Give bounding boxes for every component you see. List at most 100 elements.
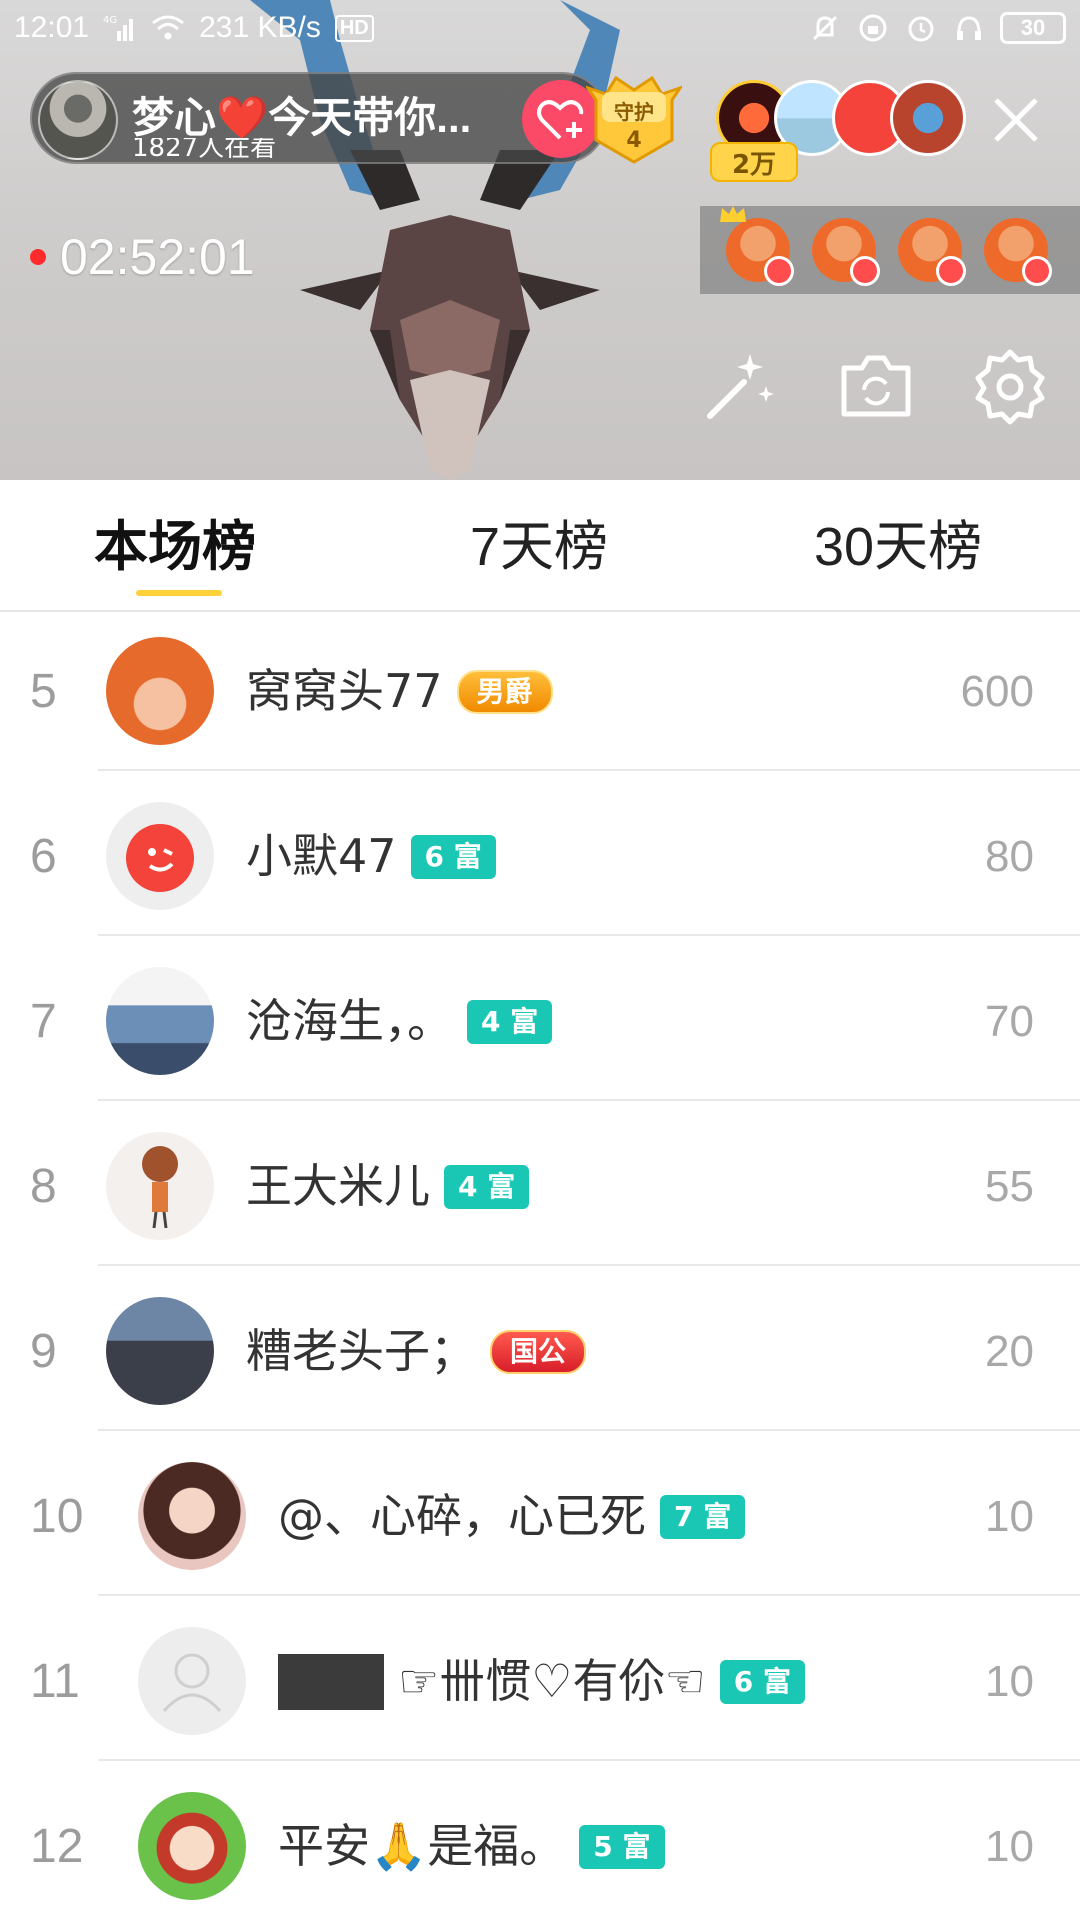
- wifi-icon: [151, 11, 185, 45]
- wealth-badge: 4 富: [467, 999, 553, 1044]
- live-video-area[interactable]: 12:01 4G 231 KB/s HD 30 梦心❤️今天带你... 1827…: [0, 0, 1080, 480]
- divider: [98, 1099, 1080, 1101]
- switch-camera-button[interactable]: [836, 346, 916, 426]
- lock-rotation-icon: [856, 11, 890, 45]
- list-item[interactable]: 5 窝窝头77 男爵 600: [0, 614, 1080, 779]
- seat-avatar[interactable]: [898, 218, 966, 286]
- avatar[interactable]: [138, 1462, 246, 1570]
- divider: [98, 769, 1080, 771]
- list-item[interactable]: 6 小默47 6 富 80: [0, 779, 1080, 944]
- divider: [98, 1264, 1080, 1266]
- gear-icon: [975, 349, 1045, 425]
- list-item[interactable]: 8 王大米儿 4 富 55: [0, 1109, 1080, 1274]
- divider: [98, 1594, 1080, 1596]
- tab-30-days[interactable]: 30天榜: [814, 502, 982, 577]
- seat-avatar[interactable]: [984, 218, 1052, 286]
- user-name-text: 糟老头子；: [246, 1324, 476, 1378]
- host-avatar[interactable]: [38, 80, 118, 160]
- avatar[interactable]: [106, 802, 214, 910]
- live-timer: 02:52:01: [30, 228, 255, 286]
- seat-avatar[interactable]: [812, 218, 880, 286]
- user-name-text: ☞卌惯♡有伱☜: [398, 1654, 706, 1708]
- wealth-badge: 6 富: [410, 834, 496, 879]
- contribution-score: 20: [985, 1327, 1034, 1376]
- user-name: 窝窝头77 男爵: [246, 614, 553, 769]
- rank-number: 11: [30, 1655, 80, 1708]
- host-name: 梦心❤️今天带你...: [132, 94, 472, 141]
- cartoon-girl-icon: [142, 1146, 178, 1229]
- divider: [98, 1429, 1080, 1431]
- user-name: 沧海生，。 4 富: [246, 944, 553, 1099]
- masked-name-block: [278, 1653, 384, 1710]
- tab-7-days[interactable]: 7天榜: [470, 502, 608, 577]
- guard-badge[interactable]: 守护 4: [586, 70, 682, 166]
- rank-number: 10: [30, 1490, 84, 1543]
- list-item[interactable]: 12 平安🙏是福。 5 富 10: [0, 1769, 1080, 1920]
- user-name-text: 小默47: [246, 829, 397, 883]
- ranking-list: 5 窝窝头77 男爵 600 6 小默47 6 富 80 7 沧海生，。 4 富…: [0, 614, 1080, 1920]
- divider: [98, 934, 1080, 936]
- user-name-text: 窝窝头77: [246, 664, 443, 718]
- contribution-score: 70: [985, 997, 1034, 1046]
- avatar[interactable]: [106, 1132, 214, 1240]
- seat-badge-icon: [1022, 256, 1052, 286]
- ranking-tabs: 本场榜 7天榜 30天榜: [0, 480, 1080, 612]
- contribution-score: 600: [960, 667, 1034, 716]
- magic-wand-icon: [707, 354, 774, 419]
- noble-badge: 男爵: [456, 669, 553, 714]
- wealth-badge: 5 富: [579, 1824, 665, 1869]
- rank-number: 5: [30, 665, 57, 718]
- battery-indicator: 30: [1000, 12, 1066, 44]
- user-name: 平安🙏是福。 5 富: [278, 1769, 665, 1920]
- active-tab-indicator: [136, 590, 222, 596]
- viewer-avatar[interactable]: [890, 80, 966, 156]
- avatar[interactable]: [106, 967, 214, 1075]
- seat-badge-icon: [936, 256, 966, 286]
- viewer-count[interactable]: 2万: [710, 142, 798, 182]
- signal-icon: 4G: [103, 11, 137, 45]
- alarm-icon: [904, 11, 938, 45]
- beauty-button[interactable]: [700, 346, 780, 426]
- default-user-icon: [162, 1653, 222, 1712]
- tab-this-session[interactable]: 本场榜: [94, 502, 256, 577]
- avatar[interactable]: [138, 1627, 246, 1735]
- status-time: 12:01: [14, 11, 90, 44]
- host-viewer-text: 1827人在看: [132, 138, 277, 158]
- wealth-badge: 7 富: [660, 1494, 746, 1539]
- wealth-badge: 4 富: [444, 1164, 530, 1209]
- user-name-text: 王大米儿: [246, 1159, 430, 1213]
- list-item[interactable]: 7 沧海生，。 4 富 70: [0, 944, 1080, 1109]
- list-item[interactable]: 9 糟老头子； 国公 20: [0, 1274, 1080, 1439]
- network-speed: 231 KB/s: [199, 11, 321, 44]
- user-name: @、心碎，心已死 7 富: [278, 1439, 746, 1594]
- avatar[interactable]: [138, 1792, 246, 1900]
- seat-avatar[interactable]: [720, 206, 794, 286]
- list-item[interactable]: 11 ☞卌惯♡有伱☜ 6 富 10: [0, 1604, 1080, 1769]
- contribution-score: 10: [985, 1657, 1034, 1706]
- user-name: 王大米儿 4 富: [246, 1109, 530, 1264]
- mute-bell-icon: [808, 11, 842, 45]
- contribution-score: 10: [985, 1822, 1034, 1871]
- user-name: ☞卌惯♡有伱☜ 6 富: [278, 1604, 805, 1759]
- svg-text:4G: 4G: [103, 15, 117, 26]
- rank-number: 7: [30, 995, 57, 1048]
- avatar[interactable]: [106, 1297, 214, 1405]
- wealth-badge: 6 富: [719, 1659, 805, 1704]
- user-name-text: @、心碎，心已死: [278, 1489, 646, 1543]
- contribution-score: 55: [985, 1162, 1034, 1211]
- user-name: 糟老头子； 国公: [246, 1274, 587, 1429]
- camera-switch-icon: [841, 355, 911, 417]
- heart-plus-icon: [537, 100, 584, 140]
- list-item[interactable]: 10 @、心碎，心已死 7 富 10: [0, 1439, 1080, 1604]
- user-name: 小默47 6 富: [246, 779, 496, 934]
- guard-count: 4: [626, 128, 642, 153]
- seat-badge-icon: [764, 256, 794, 286]
- user-name-text: 沧海生，。: [246, 994, 453, 1048]
- rank-number: 6: [30, 830, 57, 883]
- status-bar: 12:01 4G 231 KB/s HD 30: [0, 0, 1080, 56]
- avatar[interactable]: [106, 637, 214, 745]
- settings-button[interactable]: [970, 346, 1050, 426]
- close-button[interactable]: [988, 92, 1044, 148]
- mic-seat-row[interactable]: [700, 206, 1080, 294]
- default-face-icon: [126, 824, 194, 892]
